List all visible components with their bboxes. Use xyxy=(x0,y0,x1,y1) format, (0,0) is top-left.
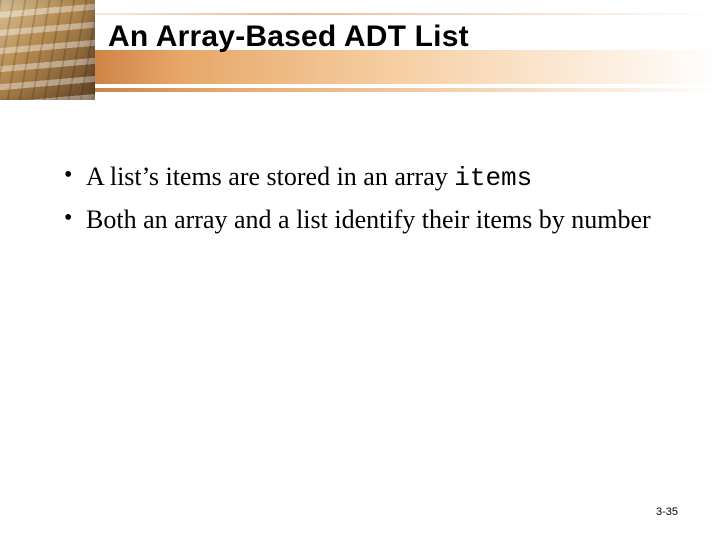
slide-title: An Array-Based ADT List xyxy=(108,20,688,54)
page-number: 3-35 xyxy=(656,506,678,518)
decorative-line xyxy=(0,88,720,92)
bullet-list: A list’s items are stored in an array it… xyxy=(60,160,660,239)
header-photo xyxy=(0,0,95,100)
decorative-line xyxy=(0,13,720,15)
header-band xyxy=(0,50,720,84)
bullet-text: Both an array and a list identify their … xyxy=(86,205,651,234)
slide-body: A list’s items are stored in an array it… xyxy=(60,160,660,247)
bullet-text: A list’s items are stored in an array xyxy=(86,162,454,191)
list-item: A list’s items are stored in an array it… xyxy=(60,160,660,195)
list-item: Both an array and a list identify their … xyxy=(60,203,660,238)
slide: An Array-Based ADT List A list’s items a… xyxy=(0,0,720,540)
code-text: items xyxy=(454,163,532,193)
